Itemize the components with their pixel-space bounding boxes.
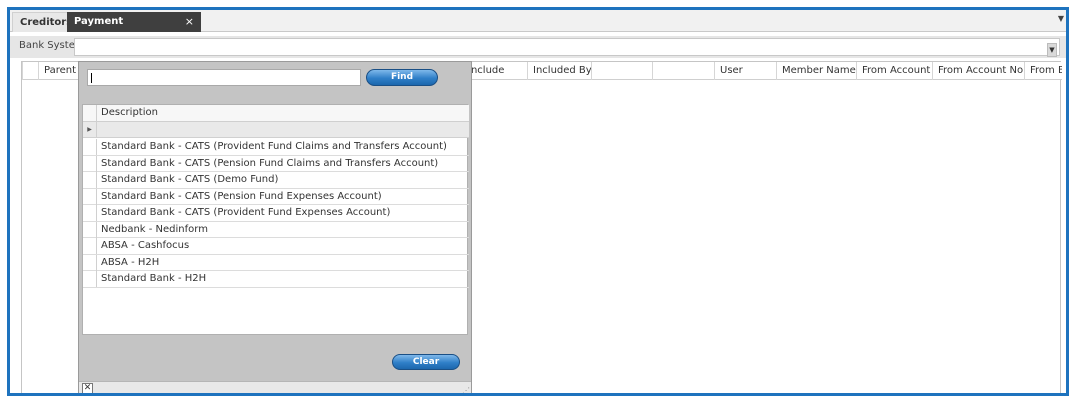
list-item[interactable]: Standard Bank - H2H <box>83 271 469 288</box>
description-list: Description ▶ Standard Bank - CATS (Prov… <box>82 104 469 335</box>
bank-system-select[interactable]: ▼ <box>74 38 1060 57</box>
popup-footer: ✕ ⋰ <box>79 381 471 393</box>
tab-strip: Creditors Payment Management × ▼ <box>10 10 1066 46</box>
app-frame: Creditors Payment Management × ▼ Bank Sy… <box>7 7 1069 396</box>
close-icon[interactable]: × <box>185 12 194 31</box>
column-header-member-name[interactable]: Member Name <box>776 62 856 80</box>
resize-grip-icon[interactable]: ⋰ <box>462 386 470 393</box>
list-rows: Standard Bank - CATS (Provident Fund Cla… <box>83 139 469 288</box>
list-item-text: Standard Bank - H2H <box>101 273 207 284</box>
row-selector[interactable] <box>83 221 97 238</box>
column-header-included-by[interactable]: Included By <box>527 62 591 80</box>
list-item[interactable]: ABSA - Cashfocus <box>83 238 469 255</box>
list-item-text: Standard Bank - CATS (Demo Fund) <box>101 174 279 185</box>
chevron-down-icon[interactable]: ▼ <box>1058 14 1064 23</box>
dropdown-arrow-icon[interactable]: ▼ <box>1047 43 1057 57</box>
list-item-text: Nedbank - Nedinform <box>101 223 208 235</box>
list-item-text: Standard Bank - CATS (Provident Fund Exp… <box>101 207 391 218</box>
text-caret <box>91 73 92 83</box>
row-indicator-icon: ▶ <box>83 122 97 138</box>
list-item[interactable]: Nedbank - Nedinform <box>83 221 469 238</box>
column-header-from-account-no[interactable]: From Account No <box>932 62 1024 80</box>
list-filter-row[interactable]: ▶ <box>83 122 469 138</box>
tab-label: Creditors <box>20 17 73 28</box>
list-item-text: Standard Bank - CATS (Pension Fund Claim… <box>101 157 439 169</box>
row-selector[interactable] <box>83 172 97 188</box>
row-selector[interactable] <box>83 238 97 254</box>
row-selector[interactable] <box>83 271 97 287</box>
column-header-from-account[interactable]: From Account <box>856 62 932 80</box>
bank-system-lookup-popup: Find Description ▶ Standard Bank - CATS … <box>78 61 472 393</box>
column-header-blank-1[interactable] <box>591 62 652 80</box>
list-item-text: ABSA - Cashfocus <box>101 240 190 251</box>
tab-payment-management[interactable]: Payment Management × <box>67 12 201 46</box>
row-selector[interactable] <box>83 139 97 155</box>
column-header-description[interactable]: Description <box>101 107 158 118</box>
grid-row-selector-header <box>22 62 38 80</box>
column-header-blank-2[interactable] <box>652 62 714 80</box>
list-item[interactable]: Standard Bank - CATS (Pension Fund Expen… <box>83 188 469 205</box>
close-popup-icon[interactable]: ✕ <box>82 383 93 393</box>
list-item[interactable]: ABSA - H2H <box>83 254 469 271</box>
row-selector[interactable] <box>83 155 97 172</box>
list-item[interactable]: Standard Bank - CATS (Provident Fund Exp… <box>83 205 469 222</box>
list-item[interactable]: Standard Bank - CATS (Provident Fund Cla… <box>83 139 469 156</box>
search-input[interactable] <box>87 69 361 86</box>
row-selector[interactable] <box>83 205 97 221</box>
list-item[interactable]: Standard Bank - CATS (Demo Fund) <box>83 172 469 189</box>
list-item[interactable]: Standard Bank - CATS (Pension Fund Claim… <box>83 155 469 172</box>
list-item-text: ABSA - H2H <box>101 256 160 268</box>
bank-system-row: Bank System ▼ <box>10 36 1066 58</box>
list-item-text: Standard Bank - CATS (Provident Fund Cla… <box>101 141 447 152</box>
clear-button[interactable]: Clear <box>392 354 460 370</box>
column-header-parent[interactable]: Parent <box>38 62 82 80</box>
column-header-user[interactable]: User <box>714 62 776 80</box>
find-button[interactable]: Find <box>366 69 438 86</box>
list-header: Description <box>83 105 469 122</box>
column-header-from-br[interactable]: From Br <box>1024 62 1062 80</box>
list-item-text: Standard Bank - CATS (Pension Fund Expen… <box>101 190 382 202</box>
list-row-selector-header <box>83 105 97 122</box>
row-selector[interactable] <box>83 188 97 205</box>
row-selector[interactable] <box>83 254 97 271</box>
